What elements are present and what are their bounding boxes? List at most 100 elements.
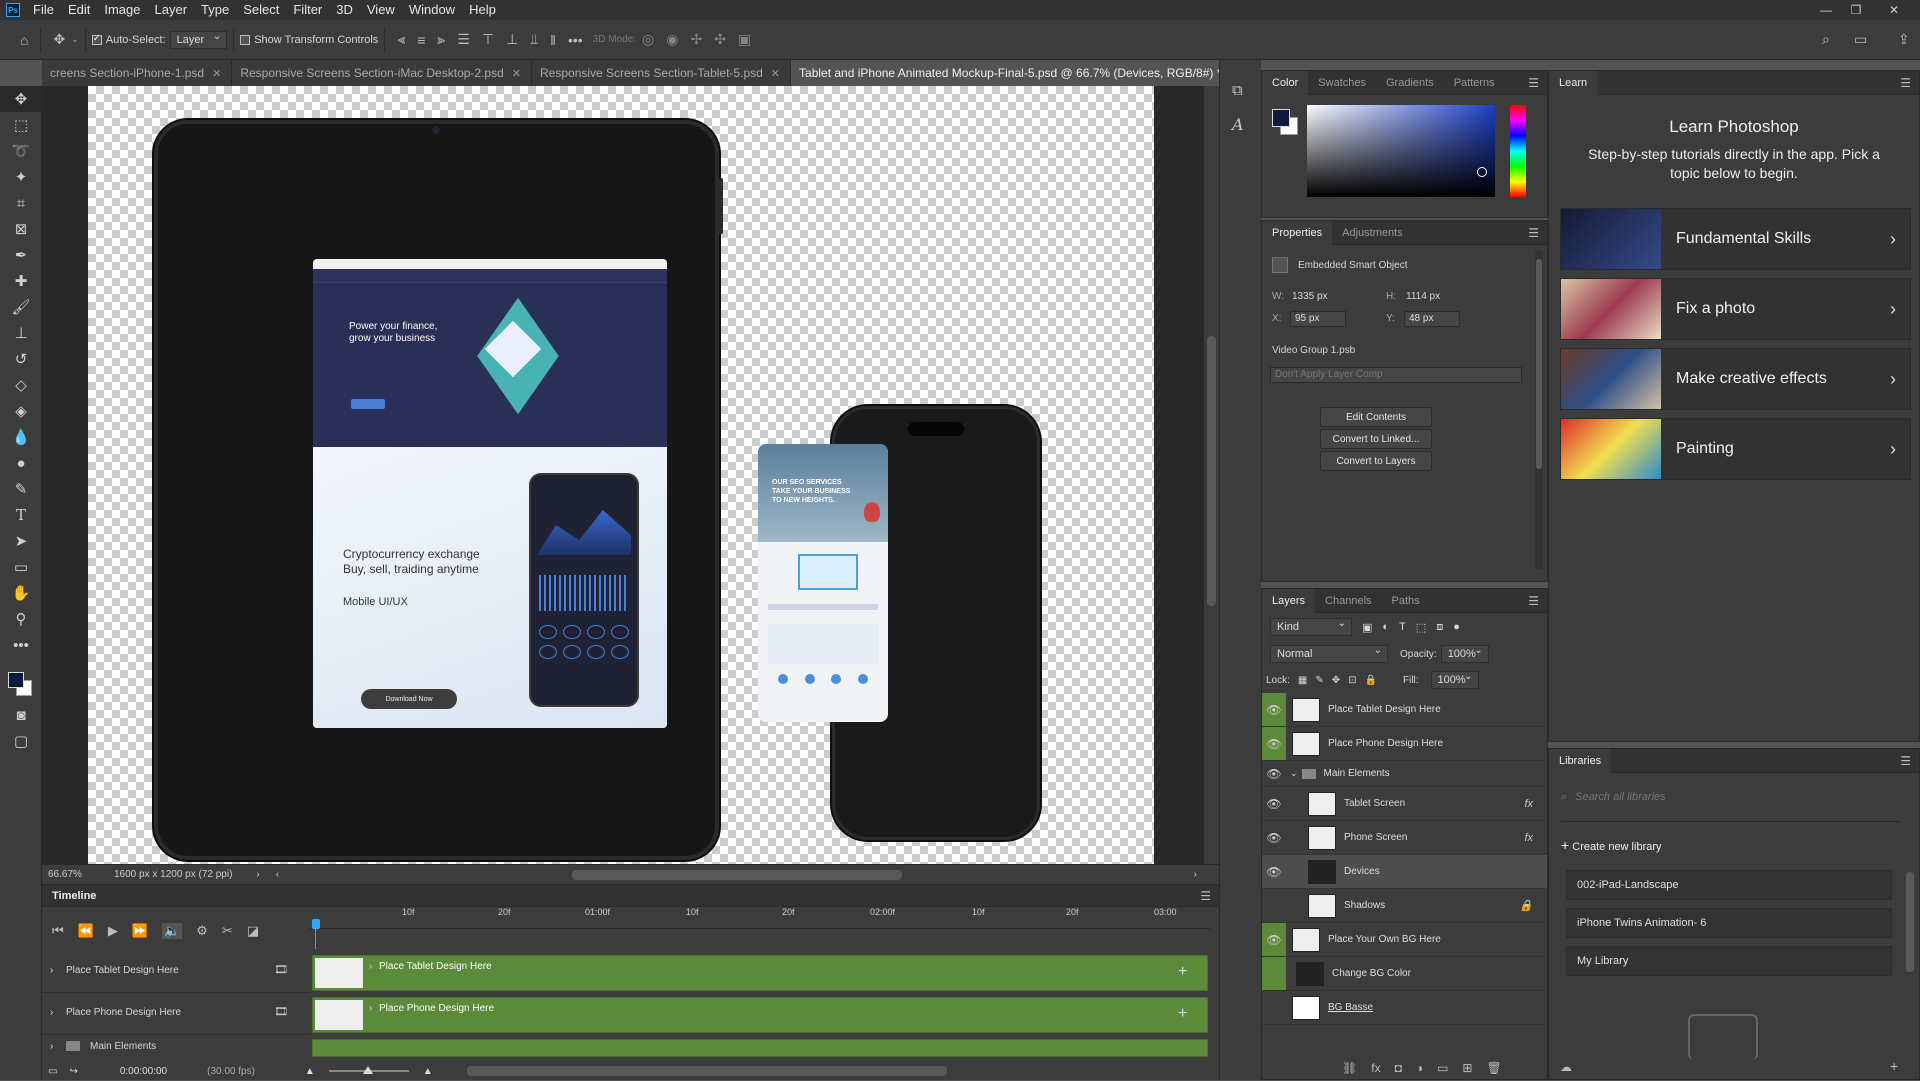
link-layers-icon[interactable]: ⛓: [1342, 1061, 1357, 1075]
menu-select[interactable]: Select: [236, 0, 286, 20]
panel-menu-icon[interactable]: ☰: [1200, 889, 1211, 903]
current-time[interactable]: 0:00:00:00: [120, 1066, 167, 1077]
playhead[interactable]: [312, 919, 320, 929]
tab-properties[interactable]: Properties: [1262, 220, 1333, 245]
first-frame-icon[interactable]: ⏮: [52, 923, 64, 939]
convert-linked-button[interactable]: Convert to Linked...: [1320, 429, 1432, 449]
add-media-icon[interactable]: +: [1178, 963, 1187, 981]
timeline-tab[interactable]: Timeline: [42, 890, 106, 902]
panel-menu-icon[interactable]: ☰: [1528, 76, 1539, 90]
visibility-eye-icon[interactable]: 👁: [1262, 923, 1286, 956]
hscroll-right-icon[interactable]: ›: [1194, 869, 1197, 880]
align-top-icon[interactable]: ⊤: [482, 31, 494, 48]
zoom-level[interactable]: 66.67%: [48, 869, 114, 880]
hue-slider[interactable]: [1510, 105, 1526, 197]
move-tool-icon[interactable]: ✥: [0, 86, 42, 112]
libraries-scrollbar[interactable]: [1906, 872, 1914, 972]
height-value[interactable]: 1114 px: [1406, 291, 1440, 302]
convert-icon[interactable]: ↪: [69, 1066, 77, 1077]
align-center-icon[interactable]: ≡: [417, 32, 425, 48]
align-left-icon[interactable]: ⫷: [397, 31, 405, 48]
pan-3d-icon[interactable]: ✢: [690, 31, 702, 48]
show-transform-checkbox[interactable]: [240, 34, 251, 45]
distribute-v-icon[interactable]: ‖: [550, 32, 556, 48]
timeline-clip[interactable]: › Place Tablet Design Here: [312, 955, 1208, 991]
delete-layer-icon[interactable]: 🗑: [1486, 1061, 1501, 1075]
panel-menu-icon[interactable]: ☰: [1528, 226, 1539, 240]
minimize-icon[interactable]: —: [1812, 0, 1840, 20]
library-item[interactable]: 002-iPad-Landscape: [1566, 870, 1892, 900]
lock-all-icon[interactable]: 🔒: [1365, 675, 1377, 686]
properties-scrollbar[interactable]: [1535, 251, 1543, 569]
layer-row[interactable]: 👁 Tablet Screen fx: [1262, 787, 1547, 821]
library-item[interactable]: iPhone Twins Animation- 6: [1566, 908, 1892, 938]
visibility-eye-icon[interactable]: [1262, 991, 1286, 1024]
screen-mode-icon[interactable]: ▢: [0, 728, 42, 754]
visibility-eye-icon[interactable]: 👁: [1262, 821, 1286, 854]
document-info[interactable]: 1600 px x 1200 px (72 ppi): [114, 869, 232, 880]
layer-row[interactable]: BG Basse: [1262, 991, 1547, 1025]
tab-gradients[interactable]: Gradients: [1376, 71, 1444, 95]
color-swatches[interactable]: [0, 658, 41, 702]
hand-tool-icon[interactable]: ✋: [0, 580, 42, 606]
panel-menu-icon[interactable]: ☰: [1900, 754, 1911, 768]
library-item[interactable]: My Library: [1566, 946, 1892, 976]
tab-doc-active[interactable]: Tablet and iPhone Animated Mockup-Final-…: [791, 60, 1250, 86]
align-right-icon[interactable]: ⫸: [437, 31, 445, 48]
eyedropper-icon[interactable]: ✒: [0, 242, 42, 268]
home-icon[interactable]: ⌂: [20, 32, 28, 48]
history-brush-icon[interactable]: ↺: [0, 346, 42, 372]
menu-window[interactable]: Window: [402, 0, 462, 20]
visibility-eye-icon[interactable]: 👁: [1262, 693, 1286, 726]
color-field[interactable]: [1307, 105, 1495, 197]
menu-file[interactable]: File: [26, 0, 61, 20]
visibility-eye-icon[interactable]: [1262, 889, 1286, 922]
menu-image[interactable]: Image: [97, 0, 147, 20]
quick-mask-icon[interactable]: ◙: [0, 702, 42, 728]
filter-shape-icon[interactable]: ⬚: [1416, 621, 1426, 634]
fx-icon[interactable]: fx: [1524, 798, 1533, 810]
panel-menu-icon[interactable]: ☰: [1528, 594, 1539, 608]
tab-paths[interactable]: Paths: [1382, 589, 1430, 613]
tab-patterns[interactable]: Patterns: [1444, 71, 1505, 95]
close-tab-icon[interactable]: ✕: [212, 67, 221, 80]
lock-transparent-icon[interactable]: ▦: [1298, 675, 1307, 686]
close-tab-icon[interactable]: ✕: [771, 67, 780, 80]
filter-smart-icon[interactable]: ⧈: [1436, 621, 1443, 634]
tab-swatches[interactable]: Swatches: [1308, 71, 1376, 95]
pen-tool-icon[interactable]: ✎: [0, 476, 42, 502]
tab-color[interactable]: Color: [1262, 70, 1309, 95]
align-bottom-icon[interactable]: ⫫: [530, 31, 538, 48]
visibility-eye-icon[interactable]: [1262, 957, 1286, 990]
group-clip[interactable]: [312, 1039, 1208, 1057]
share-icon[interactable]: ⇪: [1898, 31, 1910, 48]
tab-learn[interactable]: Learn: [1549, 70, 1598, 95]
filter-adjust-icon[interactable]: ◐: [1382, 621, 1389, 633]
layer-row[interactable]: 👁 Phone Screen fx: [1262, 821, 1547, 855]
timeline-scrollbar[interactable]: [466, 1066, 947, 1076]
more-options-icon[interactable]: •••: [568, 32, 583, 48]
close-icon[interactable]: ✕: [1880, 0, 1908, 20]
blend-mode-dropdown[interactable]: Normal: [1270, 645, 1388, 663]
lock-position-icon[interactable]: ✥: [1332, 675, 1340, 686]
split-icon[interactable]: ✂: [222, 923, 233, 939]
prev-frame-icon[interactable]: ⏪: [78, 923, 94, 939]
tab-adjustments[interactable]: Adjustments: [1332, 221, 1413, 245]
timeline-zoom-slider[interactable]: [328, 1066, 409, 1074]
status-arrow-icon[interactable]: ›: [256, 869, 259, 880]
track-header[interactable]: › Place Tablet Design Here 🎞: [42, 953, 310, 993]
track-header[interactable]: › Place Phone Design Here 🎞: [42, 995, 310, 1035]
menu-layer[interactable]: Layer: [148, 0, 195, 20]
fill-field[interactable]: 100%: [1430, 671, 1479, 689]
opacity-field[interactable]: 100%: [1440, 645, 1489, 663]
layer-row[interactable]: 👁 Place Tablet Design Here: [1262, 693, 1547, 727]
filter-pixel-icon[interactable]: ▣: [1362, 621, 1372, 634]
library-search[interactable]: ⌕ Search all libraries: [1561, 791, 1666, 804]
add-mask-icon[interactable]: ◘: [1395, 1061, 1402, 1075]
expand-icon[interactable]: ›: [50, 1041, 53, 1052]
play-icon[interactable]: ▶: [108, 923, 118, 939]
visibility-eye-icon[interactable]: 👁: [1262, 787, 1286, 820]
lasso-tool-icon[interactable]: ➰: [0, 138, 42, 164]
convert-layers-button[interactable]: Convert to Layers: [1320, 451, 1432, 471]
magic-wand-icon[interactable]: ✦: [0, 164, 42, 190]
